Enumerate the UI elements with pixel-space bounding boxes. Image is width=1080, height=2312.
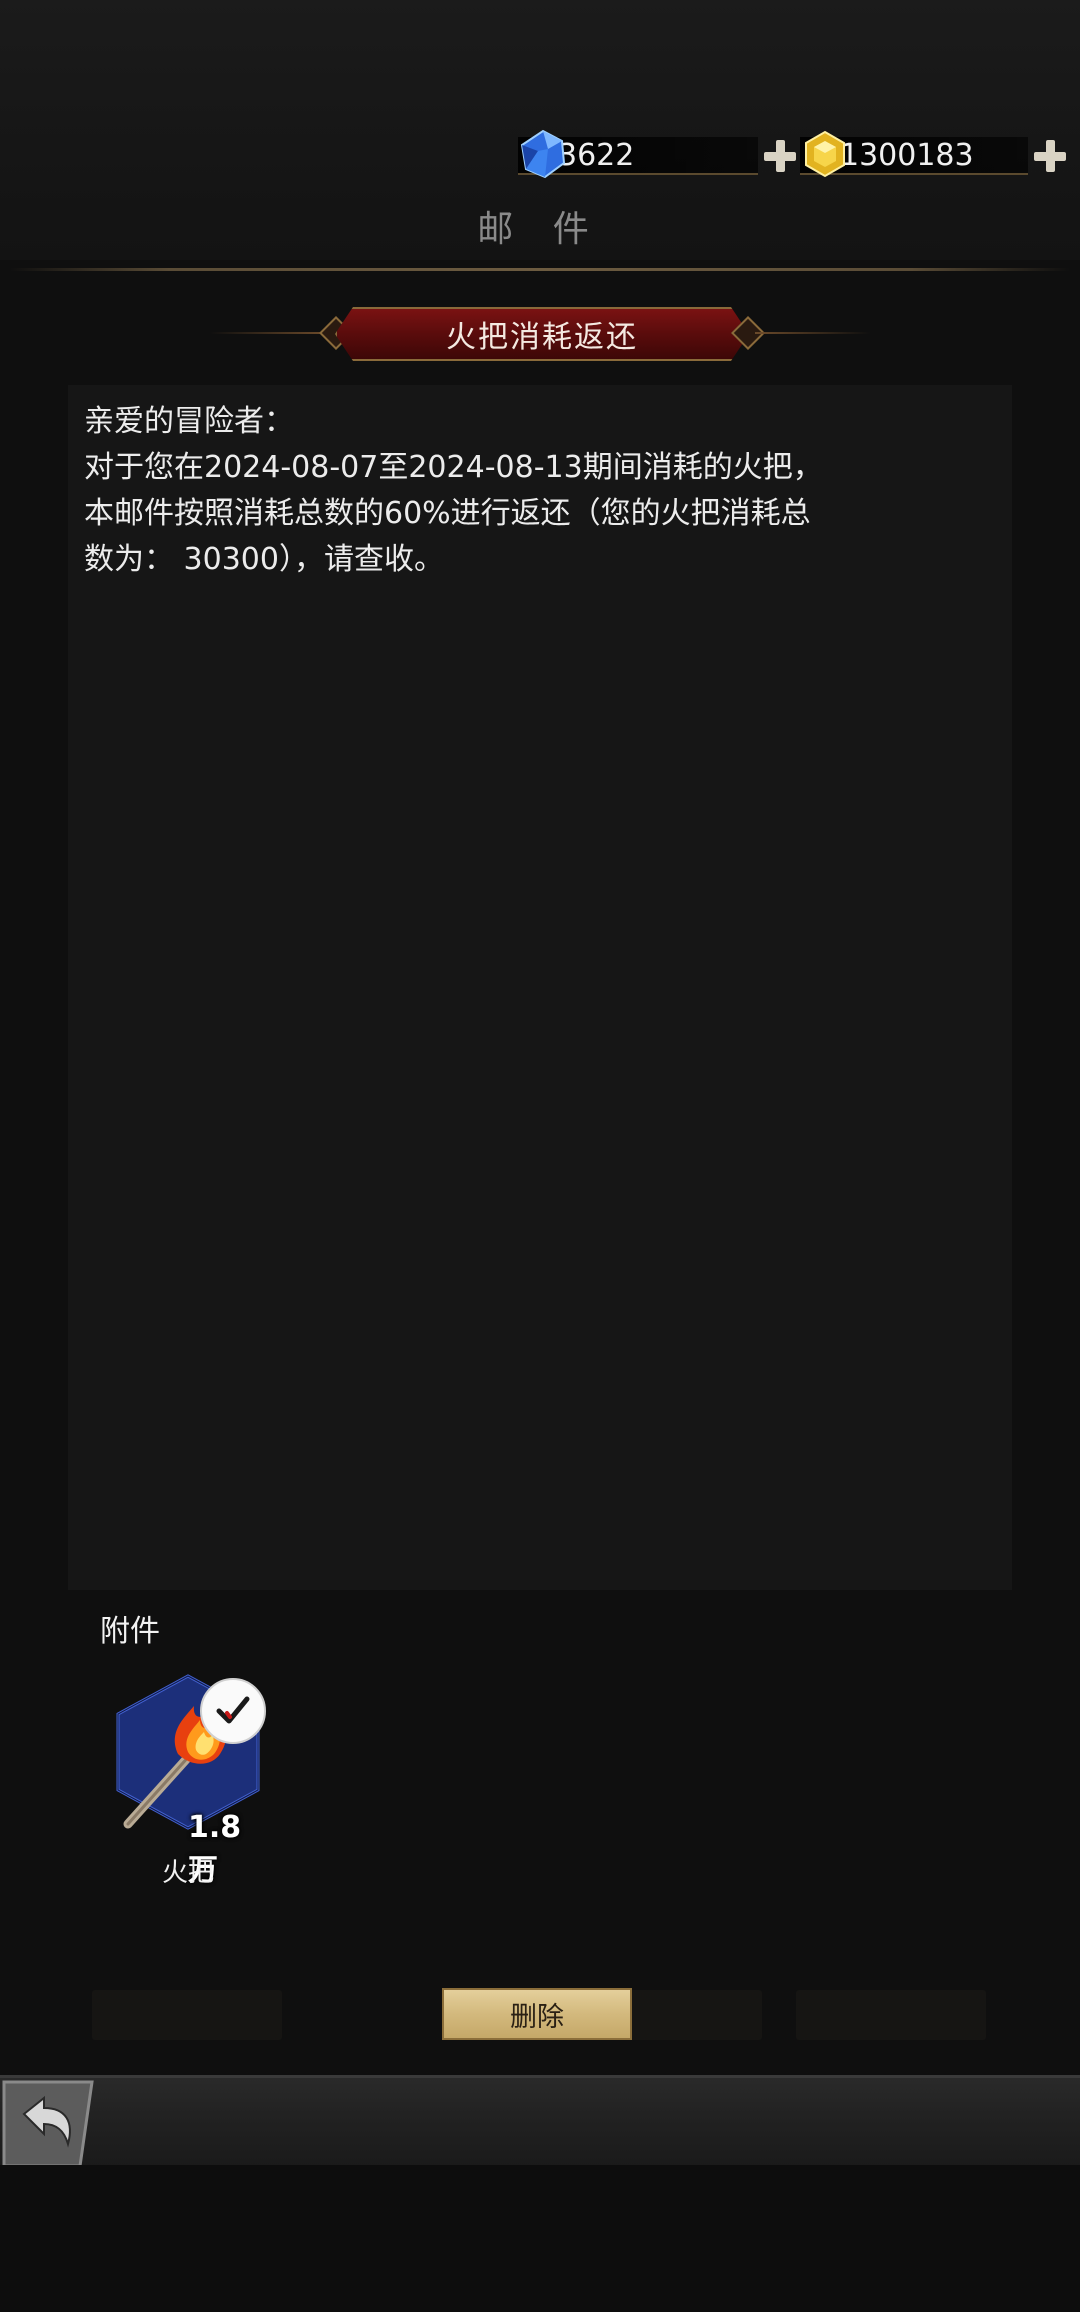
back-arrow-icon bbox=[2, 2080, 94, 2168]
banner-right-line bbox=[755, 332, 870, 334]
mail-body: 亲爱的冒险者： 对于您在2024-08-07至2024-08-13期间消耗的火把… bbox=[68, 385, 1012, 1590]
title-divider bbox=[10, 268, 1070, 271]
delete-button[interactable]: 删除 bbox=[442, 1988, 632, 2040]
background-button bbox=[796, 1990, 986, 2040]
attachment-item-torch[interactable]: 1.8万 bbox=[108, 1672, 268, 1888]
background-button bbox=[92, 1990, 282, 2040]
add-gold-button[interactable] bbox=[1034, 140, 1066, 172]
bottom-background bbox=[0, 2165, 1080, 2312]
mail-body-line: 对于您在2024-08-07至2024-08-13期间消耗的火把， bbox=[84, 450, 823, 485]
banner-left-line bbox=[210, 332, 325, 334]
bottom-bar bbox=[0, 2075, 1080, 2168]
back-button[interactable] bbox=[0, 2078, 96, 2170]
mail-body-line: 数为： 30300），请查收。 bbox=[84, 542, 444, 577]
mail-body-line: 亲爱的冒险者： bbox=[84, 404, 294, 439]
page-title: 邮 件 bbox=[477, 209, 603, 250]
mail-title-banner: 火把消耗返还 bbox=[210, 305, 870, 361]
mail-title: 火把消耗返还 bbox=[335, 307, 749, 361]
add-diamond-button[interactable] bbox=[764, 140, 796, 172]
blue-crystal-icon bbox=[520, 129, 566, 179]
diamond-currency: 3622 bbox=[518, 129, 796, 179]
attachments-label: 附件 bbox=[100, 1614, 160, 1649]
claimed-check-icon bbox=[200, 1678, 266, 1744]
mail-body-line: 本邮件按照消耗总数的60%进行返还（您的火把消耗总 bbox=[84, 496, 811, 531]
item-name: 火把 bbox=[161, 1858, 214, 1888]
gold-crystal-icon bbox=[805, 130, 845, 178]
gold-currency: 1300183 bbox=[800, 130, 1066, 178]
